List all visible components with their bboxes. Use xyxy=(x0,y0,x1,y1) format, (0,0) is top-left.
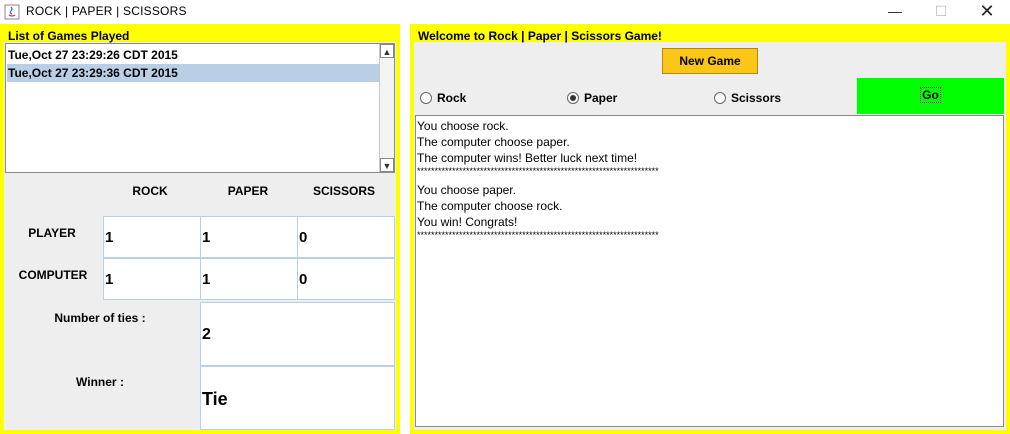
game-output-area[interactable]: You choose rock. The computer choose pap… xyxy=(415,115,1004,427)
output-separator: ****************************************… xyxy=(417,230,659,240)
winner-label: Winner : xyxy=(76,375,124,389)
minimize-button[interactable]: — xyxy=(872,0,918,24)
ties-label: Number of ties : xyxy=(54,311,146,325)
scroll-up-icon[interactable]: ▲ xyxy=(380,44,394,58)
radio-paper-label[interactable]: Paper xyxy=(584,90,617,106)
scroll-down-icon[interactable]: ▼ xyxy=(380,158,394,172)
column-header-paper: PAPER xyxy=(227,184,269,198)
player-rock-count: 1 xyxy=(103,216,201,258)
games-list[interactable]: Tue,Oct 27 23:29:26 CDT 2015 Tue,Oct 27 … xyxy=(5,43,395,173)
game-panel-title: Welcome to Rock | Paper | Scissors Game! xyxy=(418,29,662,43)
game-list-item[interactable]: Tue,Oct 27 23:29:36 CDT 2015 xyxy=(7,64,380,82)
output-line: You choose paper. xyxy=(417,183,516,197)
output-line: You choose rock. xyxy=(417,119,509,133)
row-label-player: PLAYER xyxy=(28,226,76,240)
radio-scissors-label[interactable]: Scissors xyxy=(731,90,781,106)
output-line: The computer wins! Better luck next time… xyxy=(417,151,638,165)
game-panel: Welcome to Rock | Paper | Scissors Game!… xyxy=(410,24,1010,434)
computer-rock-count: 1 xyxy=(103,258,201,300)
window-title: ROCK | PAPER | SCISSORS xyxy=(26,4,187,18)
radio-rock-icon[interactable] xyxy=(420,92,432,104)
computer-scissors-count: 0 xyxy=(297,258,395,300)
ties-value: 2 xyxy=(200,302,395,366)
output-line: The computer choose rock. xyxy=(417,199,563,213)
output-line: The computer choose paper. xyxy=(417,135,570,149)
games-list-scrollbar[interactable]: ▲ ▼ xyxy=(379,44,394,172)
games-panel: List of Games Played Tue,Oct 27 23:29:26… xyxy=(0,24,400,434)
games-panel-title: List of Games Played xyxy=(8,29,130,43)
game-list-item[interactable]: Tue,Oct 27 23:29:26 CDT 2015 xyxy=(7,46,380,64)
player-paper-count: 1 xyxy=(200,216,298,258)
column-header-scissors: SCISSORS xyxy=(312,184,375,198)
radio-paper-icon[interactable] xyxy=(567,92,579,104)
column-header-rock: ROCK xyxy=(132,184,168,198)
close-button[interactable]: ✕ xyxy=(964,0,1010,24)
output-separator: ****************************************… xyxy=(417,166,659,176)
maximize-button[interactable]: ☐ xyxy=(918,0,964,24)
computer-paper-count: 1 xyxy=(200,258,298,300)
go-button-label[interactable]: Go xyxy=(920,87,941,103)
java-app-icon xyxy=(4,4,20,20)
player-scissors-count: 0 xyxy=(297,216,395,258)
output-line: You win! Congrats! xyxy=(417,215,518,229)
row-label-computer: COMPUTER xyxy=(18,268,88,282)
winner-value: Tie xyxy=(200,366,395,430)
go-button[interactable]: Go xyxy=(857,78,1004,114)
new-game-button[interactable]: New Game xyxy=(662,48,758,74)
scroll-track[interactable] xyxy=(382,59,391,157)
radio-scissors-icon[interactable] xyxy=(714,92,726,104)
window-title-bar: ROCK | PAPER | SCISSORS — ☐ ✕ xyxy=(0,0,1010,24)
radio-rock-label[interactable]: Rock xyxy=(437,90,466,106)
